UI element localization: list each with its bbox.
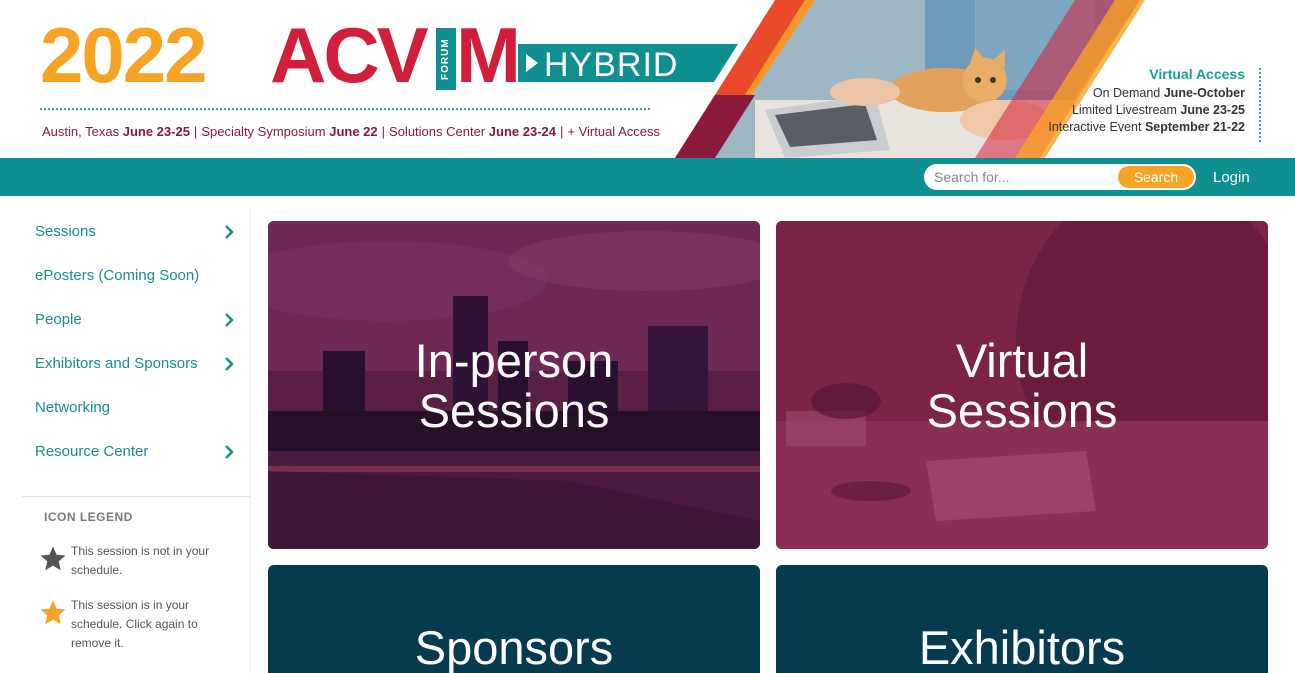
virtual-access-info: Virtual Access On Demand June-October Li… — [1048, 66, 1245, 134]
event-tagline: Austin, Texas June 23-25 | Specialty Sympo… — [42, 124, 660, 139]
sidebar-item-people[interactable]: People — [22, 298, 250, 342]
chevron-right-icon — [225, 445, 234, 459]
chevron-right-icon — [225, 357, 234, 371]
sidebar-item-sessions[interactable]: Sessions — [22, 210, 250, 254]
tile-exhibitors[interactable]: Exhibitors — [776, 565, 1268, 673]
tile-label-line1: Virtual — [955, 334, 1089, 387]
tile-label-line1: In-person — [414, 334, 614, 387]
tile-sponsors[interactable]: Sponsors — [268, 565, 760, 673]
sidebar-divider — [250, 210, 251, 673]
legend-item-scheduled: This session is in your schedule. Click … — [38, 596, 238, 653]
logo-acv: ACV — [270, 11, 429, 99]
tile-label: Sponsors — [414, 621, 614, 673]
tile-label: Exhibitors — [918, 621, 1126, 673]
sidebar-item-networking[interactable]: Networking — [22, 386, 250, 430]
sidebar-item-label: Sessions — [35, 223, 96, 240]
sidebar-item-label: People — [35, 311, 82, 328]
star-filled-icon — [40, 600, 66, 625]
sidebar-separator — [22, 496, 250, 497]
tile-label-line2: Sessions — [926, 384, 1118, 437]
sidebar-item-label: ePosters (Coming Soon) — [35, 267, 200, 284]
sidebar-item-eposters[interactable]: ePosters (Coming Soon) — [22, 254, 250, 298]
tile-in-person-sessions[interactable]: In-person Sessions — [268, 221, 760, 549]
sidebar-item-resource-center[interactable]: Resource Center — [22, 430, 250, 474]
icon-legend-title: ICON LEGEND — [44, 510, 133, 524]
virtual-access-divider — [1259, 68, 1261, 142]
virtual-access-title: Virtual Access — [1149, 66, 1245, 82]
legend-item-not-scheduled: This session is not in your schedule. — [38, 542, 238, 580]
sidebar-item-label: Resource Center — [35, 443, 149, 460]
search-button[interactable]: Search — [1118, 166, 1194, 188]
logo-hybrid-text: HYBRID — [544, 46, 679, 84]
login-link[interactable]: Login — [1213, 169, 1250, 186]
sidebar-item-exhibitors-sponsors[interactable]: Exhibitors and Sponsors — [22, 342, 250, 386]
tile-label-line2: Sessions — [418, 384, 610, 437]
star-outline-icon — [40, 546, 66, 571]
sidebar: Sessions ePosters (Coming Soon) People E… — [22, 210, 250, 673]
header-banner: 2022 ACV FORUM M HYBRID Austin, Texas Ju… — [0, 0, 1295, 158]
logo-divider — [40, 108, 650, 110]
search-box: Search — [924, 164, 1196, 190]
logo-m: M — [456, 11, 521, 99]
sidebar-item-label: Exhibitors and Sponsors — [35, 355, 198, 372]
logo-forum: FORUM — [436, 28, 456, 90]
chevron-right-icon — [225, 313, 234, 327]
tile-virtual-sessions[interactable]: Virtual Sessions — [776, 221, 1268, 549]
chevron-right-icon — [225, 225, 234, 239]
search-input[interactable] — [934, 168, 1114, 186]
sidebar-item-label: Networking — [35, 399, 111, 416]
logo-year: 2022 — [40, 11, 208, 99]
top-navbar: Search Login — [0, 158, 1295, 196]
